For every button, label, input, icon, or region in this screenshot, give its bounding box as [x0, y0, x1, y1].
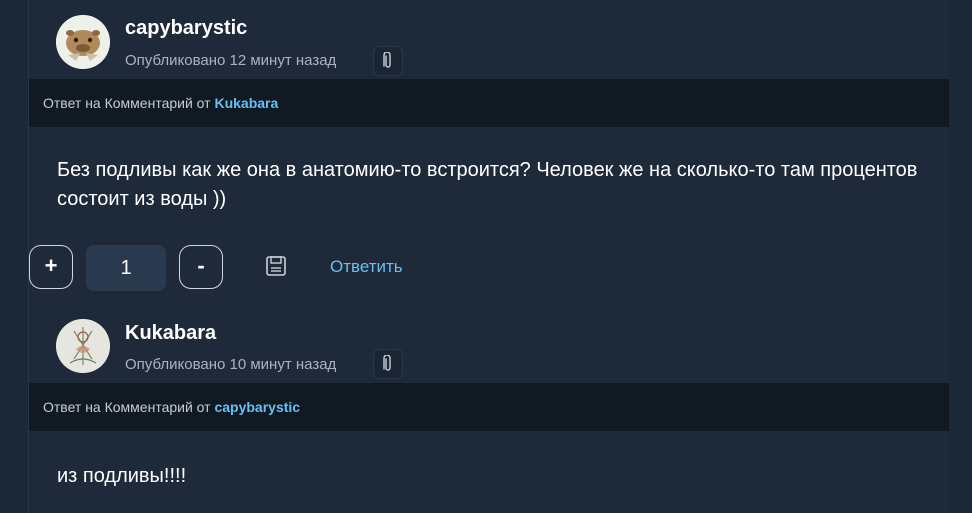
paperclip-icon [383, 355, 391, 371]
published-time: Опубликовано 12 минут назад [125, 52, 337, 69]
reply-to-prefix: Ответ на Комментарий от [43, 95, 211, 111]
comment-card: capybarystic Опубликовано 12 минут назад… [29, 0, 949, 313]
paperclip-icon [383, 52, 391, 68]
reply-to-bar: Ответ на Комментарий от capybarystic [29, 383, 949, 431]
floppy-disk-icon[interactable] [264, 254, 288, 278]
sketch-figure-avatar-icon [56, 319, 110, 373]
reply-button[interactable]: Ответить [330, 257, 403, 277]
comment-card: Kukabara Опубликовано 10 минут назад Отв… [29, 314, 949, 513]
username-link[interactable]: capybarystic [125, 17, 247, 40]
avatar[interactable] [56, 15, 110, 69]
pin-button[interactable] [373, 46, 403, 76]
capybara-avatar-icon [56, 15, 110, 69]
reply-to-bar: Ответ на Комментарий от Kukabara [29, 79, 949, 127]
comment-header: Kukabara Опубликовано 10 минут назад [29, 314, 949, 392]
comment-header: capybarystic Опубликовано 12 минут назад [29, 0, 949, 78]
avatar[interactable] [56, 319, 110, 373]
reply-to-author-link[interactable]: Kukabara [214, 95, 278, 111]
reply-to-prefix: Ответ на Комментарий от [43, 399, 211, 415]
vote-count: 1 [86, 245, 166, 291]
upvote-button[interactable]: + [29, 245, 73, 289]
pin-button[interactable] [373, 349, 403, 379]
comment-text: из подливы!!!! [57, 465, 187, 487]
comment-actions: + 1 - Ответить [29, 245, 529, 291]
reply-to-author-link[interactable]: capybarystic [214, 399, 300, 415]
username-link[interactable]: Kukabara [125, 322, 216, 345]
comment-text: Без подливы как же она в анатомию-то вст… [57, 159, 918, 210]
downvote-button[interactable]: - [179, 245, 223, 289]
published-time: Опубликовано 10 минут назад [125, 356, 337, 373]
